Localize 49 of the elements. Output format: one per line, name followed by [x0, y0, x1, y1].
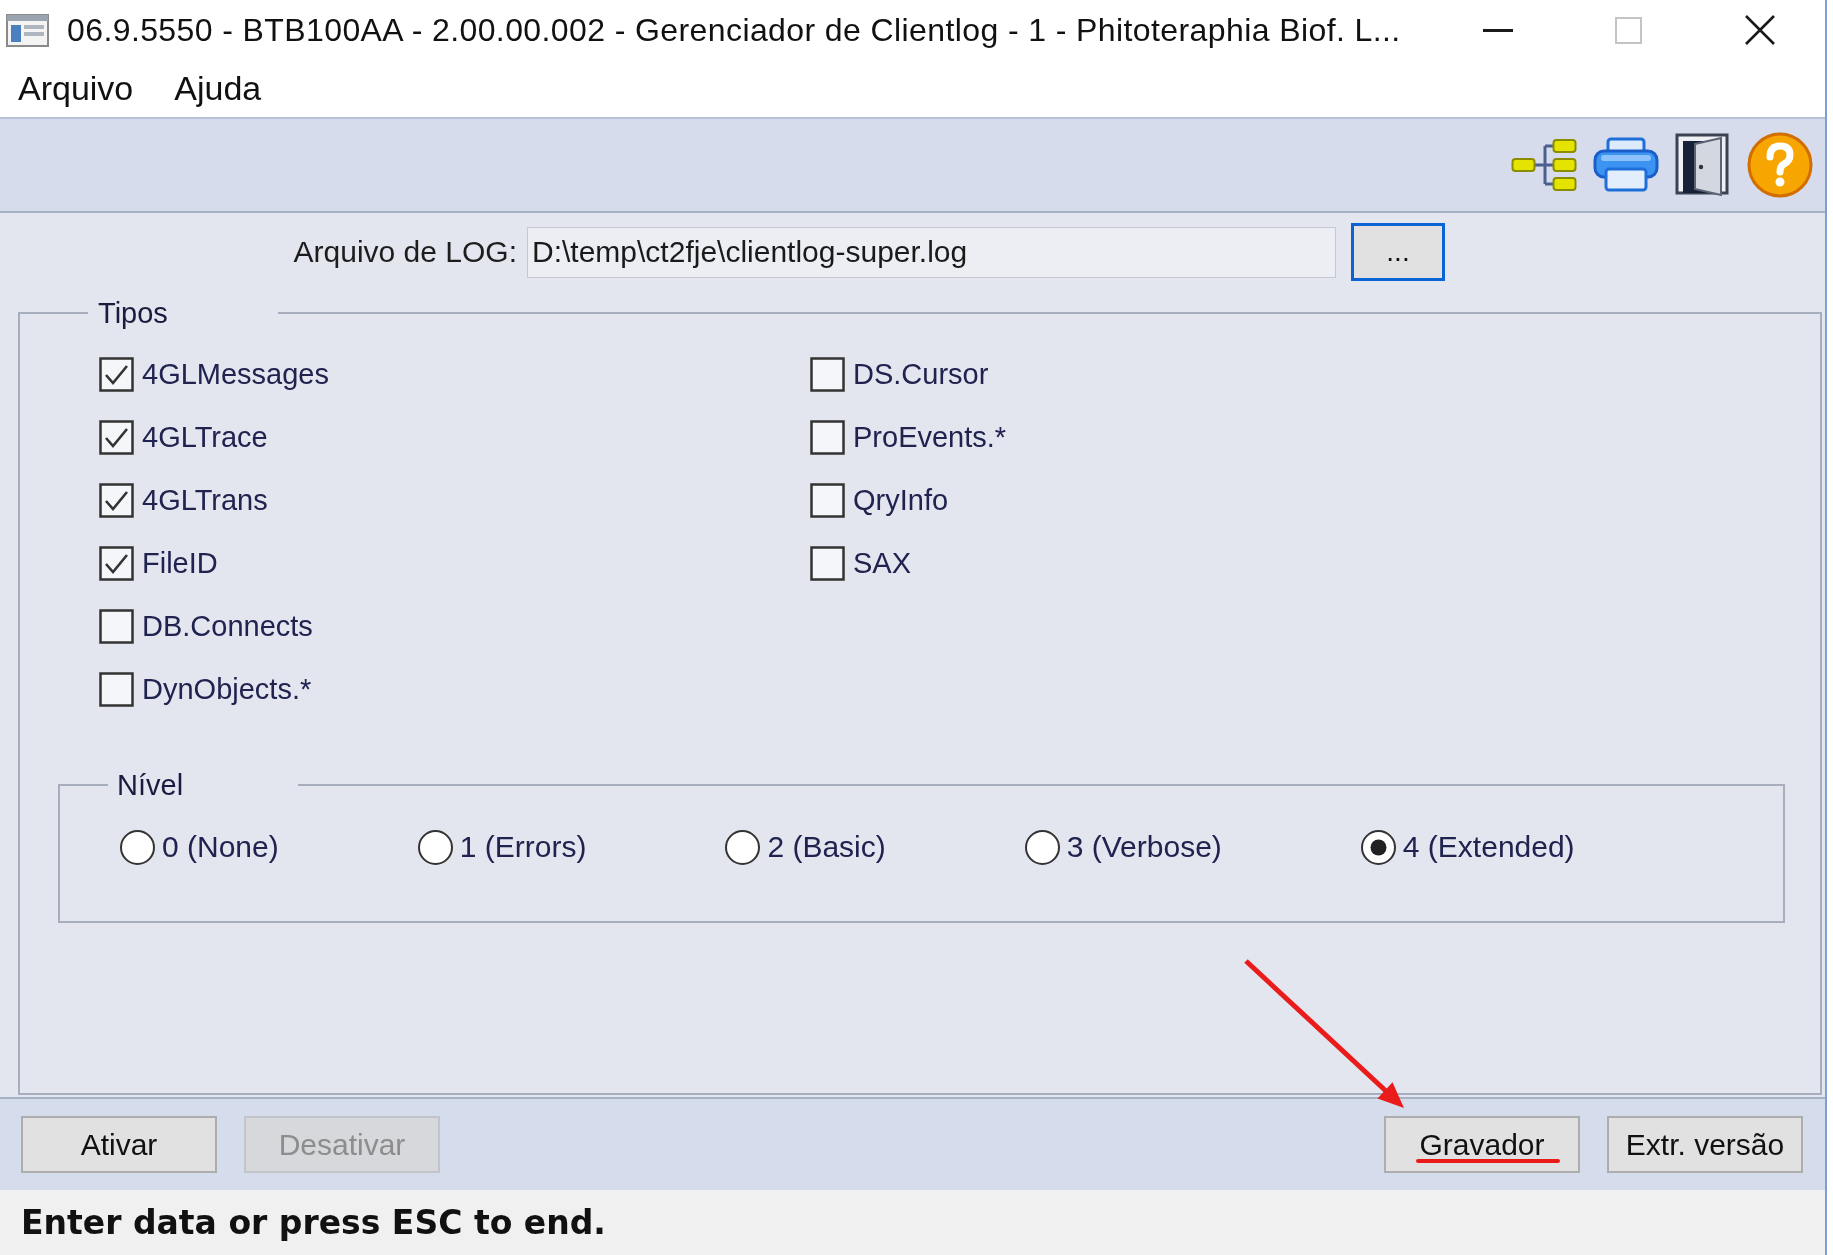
- radio-label: 1 (Errors): [459, 830, 587, 864]
- radio-label: 3 (Verbose): [1066, 830, 1222, 864]
- field-label: Arquivo de LOG:: [293, 235, 517, 269]
- text-field[interactable]: D:\temp\ct2fje\clientlog-super.log: [527, 226, 1336, 278]
- radio-label: 0 (None): [162, 830, 279, 864]
- checkbox-label: 4GLTrace: [142, 421, 268, 454]
- checkbox[interactable]: [810, 483, 845, 518]
- checkbox-label: SAX: [853, 547, 912, 580]
- checkbox[interactable]: [810, 420, 845, 455]
- action-button[interactable]: Gravador: [1384, 1116, 1580, 1173]
- checkbox[interactable]: [99, 420, 134, 455]
- menu-item[interactable]: Ajuda: [164, 66, 272, 111]
- checkbox-label: 4GLTrans: [142, 484, 268, 517]
- checkbox[interactable]: [810, 546, 845, 581]
- radio-button[interactable]: [724, 828, 762, 866]
- checkbox[interactable]: [810, 357, 845, 392]
- checkbox-label: QryInfo: [853, 484, 949, 517]
- checkbox-label: DynObjects.*: [142, 673, 312, 706]
- minimize-icon[interactable]: [1482, 28, 1513, 32]
- help-icon[interactable]: [1747, 132, 1813, 198]
- radio-button[interactable]: [119, 828, 156, 866]
- window-title: 06.9.5550 - BTB100AA - 2.00.00.002 - Gerenciador de Clientlog - 1 - Phitoteraphia Biof. L...: [67, 11, 1401, 49]
- printer-icon[interactable]: [1593, 137, 1659, 193]
- checkbox[interactable]: [99, 672, 134, 707]
- checkbox-label: DS.Cursor: [853, 358, 989, 391]
- status-text: Enter data or press ESC to end.: [21, 1203, 606, 1242]
- action-button[interactable]: Extr. versão: [1607, 1116, 1803, 1173]
- door-icon[interactable]: [1675, 133, 1731, 197]
- radio-button[interactable]: [416, 828, 454, 866]
- action-button[interactable]: Ativar: [21, 1116, 217, 1173]
- checkbox-label: ProEvents.*: [853, 421, 1007, 454]
- group-title: Tipos: [97, 296, 169, 331]
- radio-button[interactable]: [1023, 828, 1061, 866]
- checkbox[interactable]: [99, 483, 134, 518]
- app-icon: [6, 13, 49, 47]
- checkbox[interactable]: [99, 609, 134, 644]
- browse-button[interactable]: ...: [1351, 223, 1445, 281]
- checkbox[interactable]: [99, 546, 134, 581]
- hierarchy-icon[interactable]: [1511, 138, 1577, 192]
- group-title: Nível: [116, 768, 185, 803]
- checkbox[interactable]: [99, 357, 134, 392]
- menu-item[interactable]: Arquivo: [8, 66, 144, 111]
- checkbox-label: FileID: [142, 547, 218, 580]
- checkbox-label: 4GLMessages: [142, 358, 329, 391]
- radio-label: 2 (Basic): [767, 830, 886, 864]
- radio-label: 4 (Extended): [1402, 830, 1575, 864]
- checkbox-label: DB.Connects: [142, 610, 313, 643]
- radio-button[interactable]: [1359, 828, 1397, 866]
- close-icon[interactable]: [1744, 15, 1775, 45]
